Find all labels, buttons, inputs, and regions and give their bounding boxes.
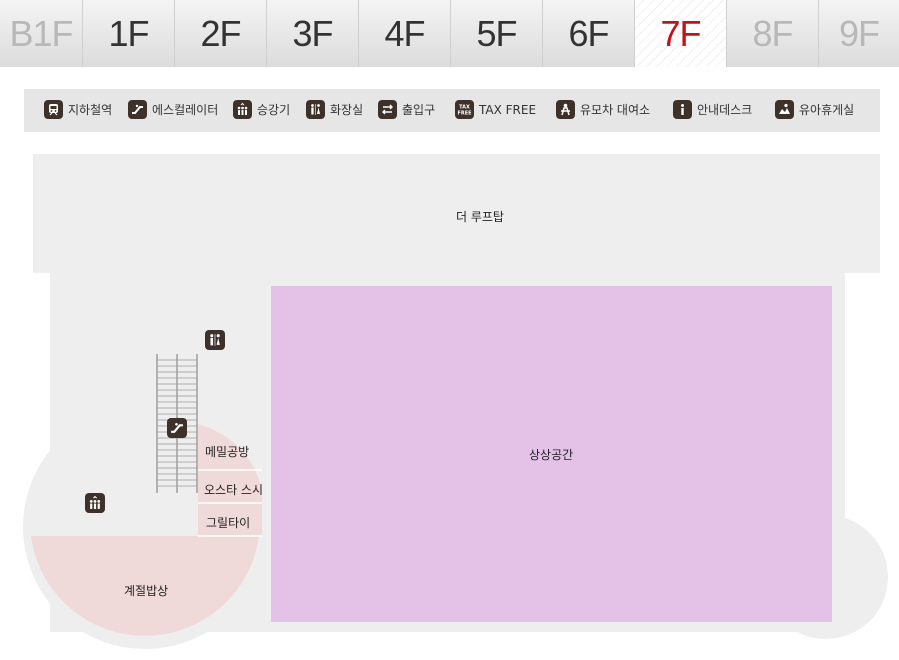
floor-tab-3f[interactable]: 3F — [267, 0, 359, 67]
escalator-icon — [128, 100, 147, 119]
legend-item-stroller: 유모차 대여소 — [556, 100, 650, 119]
legend-item-escalator: 에스컬레이터 — [128, 100, 218, 119]
elevator-icon[interactable] — [85, 493, 105, 513]
floor-tab-5f[interactable]: 5F — [451, 0, 543, 67]
floor-tab-1f[interactable]: 1F — [83, 0, 175, 67]
entrance-icon — [378, 100, 397, 119]
escalator-icon[interactable] — [167, 418, 187, 438]
floor-tab-4f[interactable]: 4F — [359, 0, 451, 67]
info-icon — [673, 100, 692, 119]
subway-icon — [44, 100, 63, 119]
elevator-icon — [233, 100, 252, 119]
restroom-icon[interactable] — [205, 330, 225, 350]
legend-label: 화장실 — [330, 103, 364, 117]
legend-item-restroom: 화장실 — [306, 100, 363, 119]
legend-item-subway: 지하철역 — [44, 100, 112, 119]
floor-tab-9f[interactable]: 9F — [819, 0, 899, 67]
legend-label: 승강기 — [257, 103, 291, 117]
floor-selector: B1F 1F 2F 3F 4F 5F 6F 7F 8F 9F — [0, 0, 899, 67]
floor-map: 더 루프탑 상상공간 메밀공방 오스타 스시 그릴타이 계절밥상 — [0, 140, 899, 660]
legend-label: TAX FREE — [479, 102, 537, 117]
floor-tab-8f[interactable]: 8F — [727, 0, 819, 67]
floor-tab-6f[interactable]: 6F — [543, 0, 635, 67]
nursing-room-icon — [775, 100, 794, 119]
stroller-icon — [556, 100, 575, 119]
rooftop-label: 더 루프탑 — [456, 210, 504, 224]
seasonal-table-label[interactable]: 계절밥상 — [124, 582, 168, 599]
floor-tab-7f[interactable]: 7F — [635, 0, 727, 67]
legend-item-nursing-room: 유아휴게실 — [775, 100, 854, 119]
legend-label: 안내데스크 — [697, 103, 753, 117]
store-label-buckwheat[interactable]: 메밀공방 — [205, 443, 249, 460]
legend-item-info: 안내데스크 — [673, 100, 752, 119]
tax-free-icon: TAX FREE — [455, 100, 474, 119]
legend-label: 유모차 대여소 — [580, 103, 651, 117]
imagination-space-label: 상상공간 — [529, 448, 574, 462]
legend-item-elevator: 승강기 — [233, 100, 290, 119]
legend-label: 유아휴게실 — [799, 103, 855, 117]
store-label-sushi[interactable]: 오스타 스시 — [204, 481, 263, 498]
legend-item-entrance: 출입구 — [378, 100, 435, 119]
store-label-grill[interactable]: 그릴타이 — [206, 514, 250, 531]
legend: 지하철역 에스컬레이터 승강기 화장실 출입구 TAX FREE TAX FREE — [24, 89, 880, 132]
svg-text:FREE: FREE — [457, 111, 472, 117]
floor-tab-b1f[interactable]: B1F — [0, 0, 83, 67]
legend-item-tax-free: TAX FREE TAX FREE — [455, 100, 536, 119]
legend-label: 출입구 — [402, 103, 436, 117]
legend-label: 지하철역 — [68, 103, 113, 117]
legend-label: 에스컬레이터 — [152, 103, 219, 117]
restroom-icon — [306, 100, 325, 119]
floor-tab-2f[interactable]: 2F — [175, 0, 267, 67]
